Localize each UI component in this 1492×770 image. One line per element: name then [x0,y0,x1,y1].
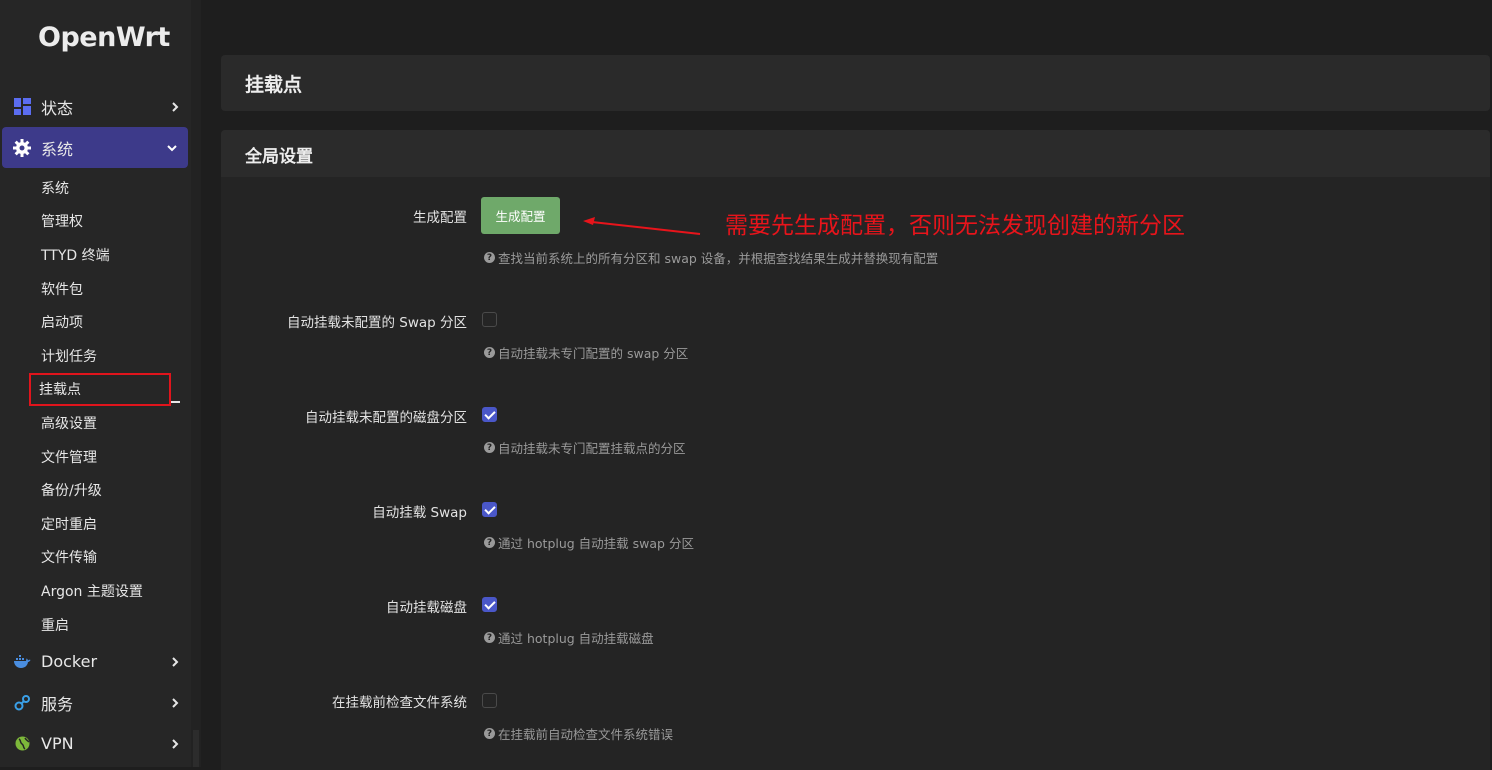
auto-swap-unconfigured-label: 自动挂载未配置的 Swap 分区 [286,315,467,331]
submenu-item-filemanager[interactable]: 文件管理 [0,440,191,474]
sidebar-item-services[interactable]: 服务 [0,682,191,723]
help-icon: ? [484,632,495,643]
help-icon: ? [484,537,495,548]
submenu-item-crontab[interactable]: 计划任务 [0,339,191,373]
sidebar-scrollbar-thumb[interactable] [193,730,199,767]
submenu-item-reboot[interactable]: 重启 [0,608,191,642]
sidebar-item-label: 服务 [41,694,74,714]
page-header: 挂载点 [221,55,1490,111]
sidebar-item-docker[interactable]: Docker [0,641,191,682]
sidebar: OpenWrt 状态 系统 系统 管理权 TTYD 终端 软件包 启动项 计划任… [0,0,201,767]
submenu-item-mountpoints[interactable]: 挂载点 [29,372,171,407]
brand-logo[interactable]: OpenWrt [38,22,170,53]
annotation-arrow-icon [583,217,701,235]
sidebar-item-status[interactable]: 状态 [0,86,191,127]
submenu-item-scheduled-reboot[interactable]: 定时重启 [0,507,191,541]
submenu-item-admin[interactable]: 管理权 [0,205,191,239]
panel-title: 全局设置 [245,147,313,167]
auto-swap-unconfigured-checkbox[interactable] [482,312,497,327]
globe-icon [13,735,31,753]
main-content: 挂载点 全局设置 生成配置 生成配置 ? 查找当前系统上的所有分区和 swap … [201,0,1492,770]
generate-config-help: ? 查找当前系统上的所有分区和 swap 设备，并根据查找结果生成并替换现有配置 [484,248,938,267]
auto-swap-help: ? 通过 hotplug 自动挂载 swap 分区 [484,533,694,552]
check-fs-label: 在挂载前检查文件系统 [332,695,467,711]
sidebar-item-label: Docker [41,652,98,672]
help-text: 在挂载前自动检查文件系统错误 [498,727,674,742]
help-text: 通过 hotplug 自动挂载 swap 分区 [498,536,694,551]
chevron-right-icon [172,101,179,112]
sidebar-item-system[interactable]: 系统 [2,127,188,168]
help-icon: ? [484,252,495,263]
sidebar-scrollbar[interactable] [191,0,201,767]
submenu-item-backup[interactable]: 备份/升级 [0,473,191,507]
auto-mount-help: ? 通过 hotplug 自动挂载磁盘 [484,628,654,647]
sidebar-item-label: 状态 [41,98,74,118]
submenu-item-system[interactable]: 系统 [0,171,191,205]
sidebar-item-label: VPN [41,734,74,754]
check-fs-checkbox[interactable] [482,693,497,708]
dashboard-icon [13,98,31,116]
help-text: 查找当前系统上的所有分区和 swap 设备，并根据查找结果生成并替换现有配置 [498,251,939,266]
submenu-item-advanced[interactable]: 高级设置 [0,406,191,440]
chevron-right-icon [172,739,179,749]
sidebar-item-vpn[interactable]: VPN [0,723,191,764]
submenu-item-startup[interactable]: 启动项 [0,305,191,339]
docker-icon [13,653,31,671]
chevron-right-icon [172,698,179,708]
generate-config-button[interactable]: 生成配置 [481,197,560,234]
help-icon: ? [484,442,495,453]
auto-swap-label: 自动挂载 Swap [372,505,467,521]
auto-swap-unconfigured-help: ? 自动挂载未专门配置的 swap 分区 [484,343,688,362]
chevron-right-icon [172,657,179,667]
generate-config-label: 生成配置 [413,210,467,226]
help-text: 自动挂载未专门配置的 swap 分区 [498,346,689,361]
services-icon [13,694,31,712]
submenu-item-argon-config[interactable]: Argon 主题设置 [0,574,191,608]
auto-mount-label: 自动挂载磁盘 [386,600,467,616]
auto-mount-unconfigured-help: ? 自动挂载未专门配置挂载点的分区 [484,438,686,457]
submenu-item-ttyd[interactable]: TTYD 终端 [0,238,191,272]
sidebar-item-label: 系统 [41,139,74,159]
auto-mount-unconfigured-label: 自动挂载未配置的磁盘分区 [305,410,467,426]
sidebar-menu: 状态 系统 系统 管理权 TTYD 终端 软件包 启动项 计划任务 挂载点 高级… [0,86,191,764]
help-icon: ? [484,728,495,739]
system-submenu: 系统 管理权 TTYD 终端 软件包 启动项 计划任务 挂载点 高级设置 文件管… [0,168,191,641]
text-cursor-mark [171,401,180,403]
page-title: 挂载点 [245,74,303,96]
gear-icon [13,138,31,157]
submenu-item-filetransfer[interactable]: 文件传输 [0,541,191,575]
help-icon: ? [484,347,495,358]
auto-swap-checkbox[interactable] [482,502,497,517]
auto-mount-unconfigured-checkbox[interactable] [482,407,497,422]
help-text: 通过 hotplug 自动挂载磁盘 [498,631,654,646]
chevron-down-icon [167,144,177,151]
auto-mount-checkbox[interactable] [482,597,497,612]
annotation-text: 需要先生成配置，否则无法发现创建的新分区 [725,213,1185,239]
submenu-item-packages[interactable]: 软件包 [0,272,191,306]
check-fs-help: ? 在挂载前自动检查文件系统错误 [484,724,673,743]
help-text: 自动挂载未专门配置挂载点的分区 [498,441,686,456]
panel-header: 全局设置 [221,130,1490,177]
